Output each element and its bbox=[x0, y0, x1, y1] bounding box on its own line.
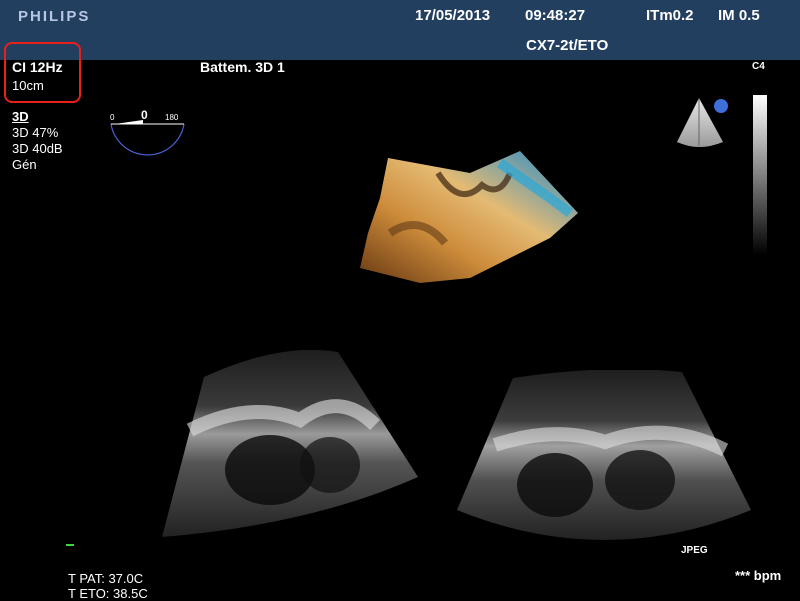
sector-image-right bbox=[457, 370, 751, 540]
grayscale-bar bbox=[753, 95, 767, 255]
depth-value: 10cm bbox=[12, 78, 44, 93]
header-date: 17/05/2013 bbox=[415, 7, 491, 24]
sector-image-left bbox=[162, 350, 418, 537]
header-probe: CX7-2t/ETO bbox=[526, 37, 609, 54]
preset-value: Gén bbox=[12, 157, 37, 172]
header-time: 09:48:27 bbox=[525, 7, 586, 24]
angle-value: 0 bbox=[141, 108, 148, 122]
heart-rate: *** bpm bbox=[735, 568, 782, 583]
frame-rate: CI 12Hz bbox=[12, 59, 63, 75]
brand-logo: PHILIPS bbox=[18, 8, 91, 25]
rendered-3d-volume bbox=[360, 151, 578, 283]
ecg-marker bbox=[66, 544, 74, 546]
gain-value: 3D 47% bbox=[12, 125, 59, 140]
compress-value: 3D 40dB bbox=[12, 141, 63, 156]
angle-min: 0 bbox=[110, 113, 115, 122]
mode-label: 3D bbox=[12, 109, 29, 124]
header-mi: IM 0.5 bbox=[718, 7, 760, 24]
probe-marker-dot-icon bbox=[714, 99, 728, 113]
temp-patient: T PAT: 37.0C bbox=[68, 571, 144, 586]
header-itm: ITm0.2 bbox=[646, 7, 694, 24]
temp-probe: T ETO: 38.5C bbox=[68, 586, 148, 601]
jpeg-label: JPEG bbox=[681, 545, 708, 556]
colormap-label: C4 bbox=[752, 61, 765, 72]
view-title: Battem. 3D 1 bbox=[200, 59, 285, 75]
angle-max: 180 bbox=[165, 113, 179, 122]
